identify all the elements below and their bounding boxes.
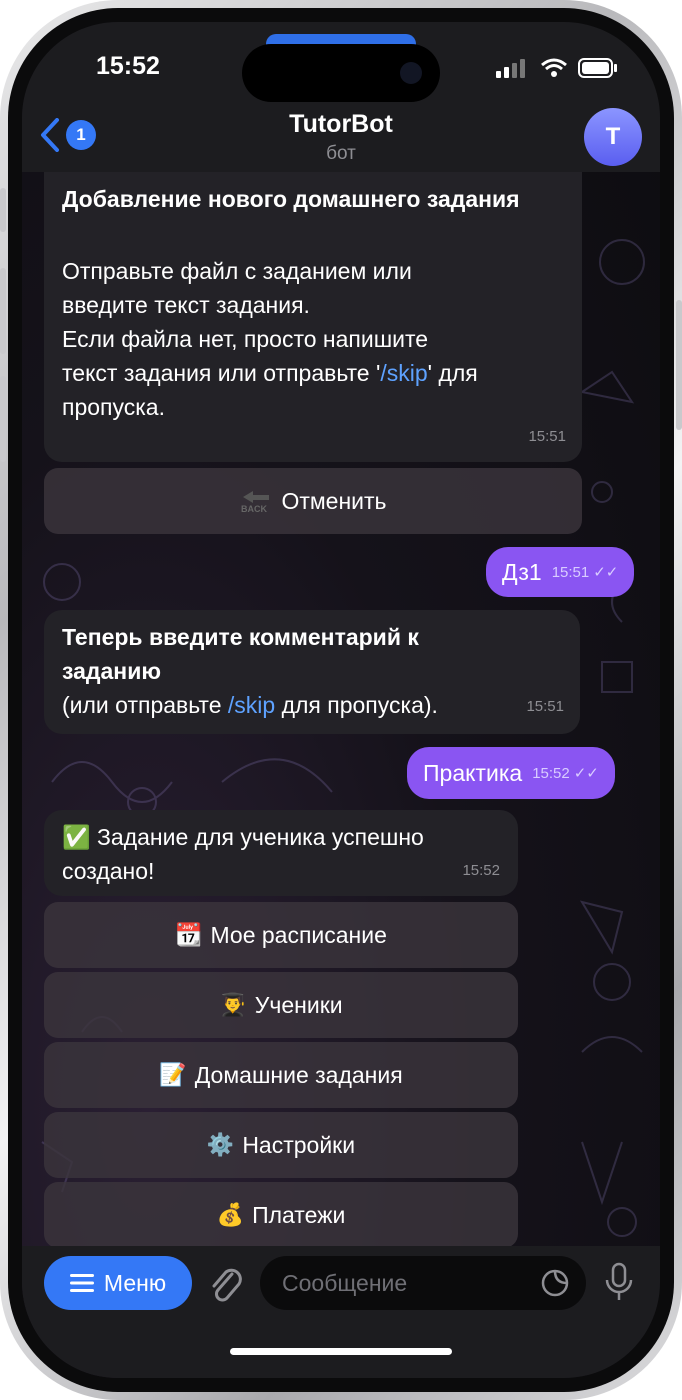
- side-button-left-2: [0, 268, 6, 354]
- outgoing-message: Дз1 15:51 ✓✓: [486, 547, 635, 597]
- message-time: 15:51: [526, 698, 564, 715]
- keyboard-button-students[interactable]: 👨‍🎓 Ученики: [44, 972, 518, 1038]
- chat-title[interactable]: TutorBot: [22, 110, 660, 139]
- keyboard-button-schedule[interactable]: 📆 Мое расписание: [44, 902, 518, 968]
- message-time: 15:52: [532, 764, 570, 782]
- memo-icon: 📝: [159, 1062, 187, 1087]
- back-arrow-icon: BACK: [241, 491, 270, 513]
- message-text: для пропуска).: [275, 692, 438, 718]
- keyboard-button-homework[interactable]: 📝 Домашние задания: [44, 1042, 518, 1108]
- message-line: введите текст задания.: [62, 292, 310, 318]
- skip-command-link[interactable]: /skip: [228, 692, 275, 718]
- message-line: Если файла нет, просто напишите: [62, 326, 429, 352]
- status-icons: [496, 58, 618, 78]
- message-line: создано!: [62, 858, 155, 884]
- message-text: Практика: [423, 759, 523, 786]
- message-title: Добавление нового домашнего задания: [62, 186, 520, 212]
- message-time: 15:51: [528, 428, 566, 445]
- keyboard-button-label: Домашние задания: [194, 1061, 403, 1088]
- cellular-signal-icon: [496, 59, 525, 78]
- cancel-button[interactable]: BACK Отменить: [44, 468, 582, 534]
- sticker-icon[interactable]: [540, 1268, 570, 1298]
- incoming-message: Добавление нового домашнего задания Отпр…: [44, 172, 582, 462]
- battery-icon: [578, 58, 617, 78]
- attach-icon[interactable]: [208, 1264, 244, 1304]
- message-text: (или отправьте: [62, 692, 228, 718]
- keyboard-button-label: Мое расписание: [210, 921, 387, 948]
- side-button-left-3: [0, 376, 6, 462]
- message-time: 15:51: [551, 563, 590, 581]
- incoming-message: ✅ Задание для ученика успешно создано! 1…: [44, 810, 518, 896]
- screen: 15:52 1 TutorBot бот T Добавление нового…: [22, 22, 660, 1378]
- message-line: Отправьте файл с заданием или: [62, 258, 412, 284]
- incoming-message: Теперь введите комментарий к заданию (ил…: [44, 610, 580, 734]
- message-line: текст задания или отправьте '/skip' для: [62, 356, 564, 390]
- camera-icon: [400, 62, 422, 84]
- message-text: Дз1: [502, 558, 542, 585]
- svg-text:BACK: BACK: [241, 504, 267, 513]
- student-icon: 👨‍🎓: [219, 992, 247, 1017]
- double-check-icon: ✓✓: [573, 765, 599, 782]
- keyboard-button-settings[interactable]: ⚙️ Настройки: [44, 1112, 518, 1178]
- keyboard-button-label: Ученики: [254, 991, 343, 1018]
- avatar[interactable]: T: [584, 108, 642, 166]
- message-time: 15:52: [462, 862, 500, 879]
- message-text: ' для: [427, 360, 478, 386]
- keyboard-button-payments[interactable]: 💰 Платежи: [44, 1182, 518, 1248]
- menu-button[interactable]: Меню: [44, 1256, 192, 1310]
- keyboard-button-label: Платежи: [252, 1201, 346, 1228]
- double-check-icon: ✓✓: [593, 564, 619, 581]
- message-title: заданию: [62, 658, 161, 684]
- keyboard-button-label: Настройки: [242, 1131, 356, 1158]
- calendar-icon: 📆: [175, 922, 203, 947]
- wifi-icon: [541, 58, 567, 77]
- message-line: (или отправьте /skip для пропуска).: [62, 688, 562, 722]
- message-line: пропуска.: [62, 394, 165, 420]
- message-input[interactable]: Сообщение: [260, 1256, 586, 1310]
- money-bag-icon: 💰: [216, 1202, 245, 1227]
- message-title: Теперь введите комментарий к: [62, 624, 419, 650]
- side-button-right: [676, 300, 682, 430]
- home-indicator[interactable]: [230, 1348, 452, 1355]
- chat-subtitle: бот: [326, 143, 356, 164]
- status-time: 15:52: [96, 52, 160, 80]
- hamburger-icon: [69, 1274, 94, 1292]
- menu-label: Меню: [103, 1269, 167, 1296]
- gear-icon: ⚙️: [206, 1132, 235, 1157]
- skip-command-link[interactable]: /skip: [380, 360, 427, 386]
- outgoing-message: Практика 15:52 ✓✓: [407, 747, 615, 799]
- side-button-left-1: [0, 188, 6, 232]
- message-text: текст задания или отправьте ': [62, 360, 381, 386]
- microphone-icon[interactable]: [604, 1262, 634, 1304]
- cancel-label: Отменить: [281, 487, 387, 514]
- message-line: ✅ Задание для ученика успешно: [62, 824, 424, 850]
